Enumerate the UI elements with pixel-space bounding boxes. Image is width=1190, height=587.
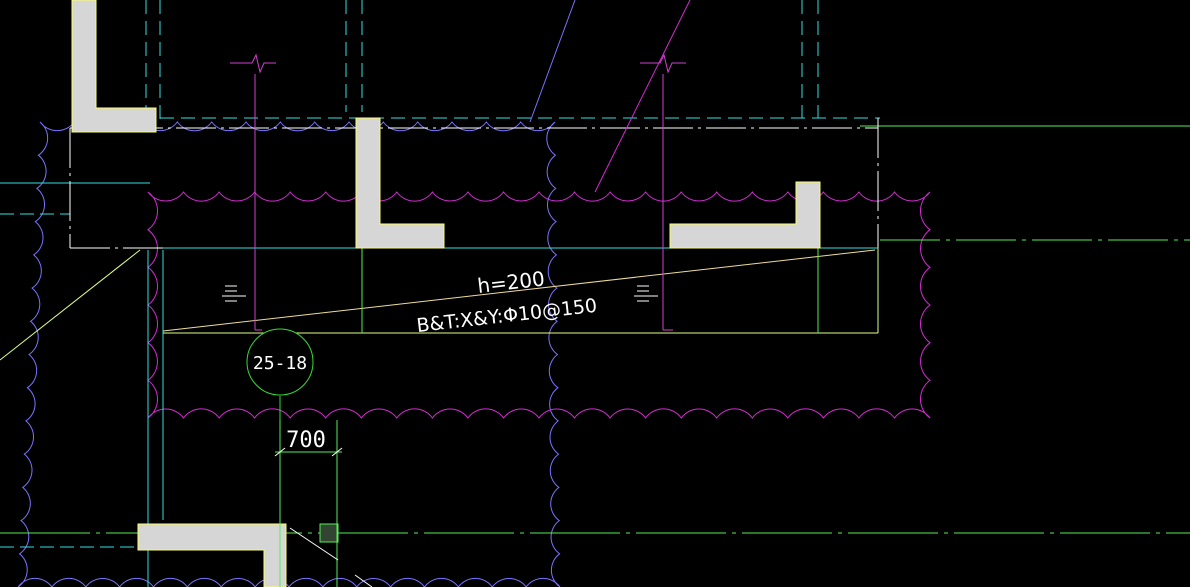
section-leader-right	[640, 53, 686, 331]
slab-reinforcement-label: B&T:X&Y:Φ10@150	[415, 295, 598, 337]
diagonal-line-green	[0, 249, 141, 361]
slab-annotation: h=200 B&T:X&Y:Φ10@150	[415, 266, 598, 337]
diagonal-line-purple	[529, 0, 576, 123]
section-leader-left	[230, 53, 276, 331]
callout-label: 25-18	[253, 353, 307, 374]
wall-bottom-left	[137, 523, 287, 587]
diagonal-line-magenta	[594, 0, 691, 193]
section-mark-right	[634, 285, 658, 302]
wall-right-l	[669, 181, 821, 249]
slab-thickness-label: h=200	[476, 266, 546, 297]
dimension-value: 700	[286, 428, 326, 453]
section-mark-left	[222, 285, 246, 302]
wall-top-left	[71, 0, 157, 133]
axis-lines	[0, 125, 1190, 548]
hatched-column	[319, 523, 339, 543]
wall-center-l	[355, 117, 445, 249]
structural-walls	[71, 0, 821, 587]
break-symbol	[230, 53, 276, 74]
cad-drawing-canvas: 25-18 700 h=200 B&T:X&Y:Φ10@150	[0, 0, 1190, 587]
break-symbol	[640, 53, 686, 74]
